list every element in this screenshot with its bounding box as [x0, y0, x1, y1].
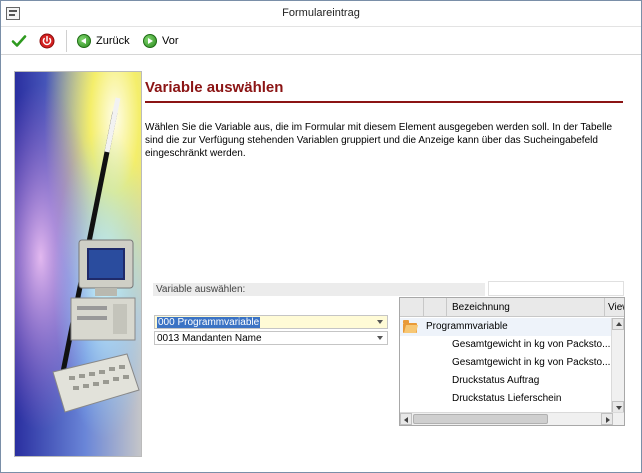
table-header: Bezeichnung View: [400, 298, 624, 317]
column-header-1[interactable]: [424, 298, 447, 317]
back-button[interactable]: Zurück: [77, 31, 130, 51]
horizontal-scrollbar[interactable]: [400, 412, 624, 425]
variable-combo[interactable]: 0013 Mandanten Name: [154, 331, 388, 345]
group-label: Programmvariable: [426, 321, 508, 332]
scroll-left-icon[interactable]: [400, 413, 412, 425]
column-header-0[interactable]: [400, 298, 424, 317]
scroll-right-icon[interactable]: [601, 413, 613, 425]
folder-open-icon: [403, 320, 417, 333]
forward-button[interactable]: Vor: [143, 31, 179, 51]
variable-table[interactable]: Bezeichnung View Programmvariable Gesamt…: [399, 297, 625, 426]
search-input[interactable]: [488, 281, 624, 296]
scroll-thumb[interactable]: [413, 414, 548, 424]
table-body: Programmvariable Gesamtgewicht in kg von…: [400, 318, 612, 412]
variable-group-combo[interactable]: 000 Programmvariable: [154, 315, 388, 329]
checkmark-icon: [11, 35, 27, 47]
variable-value: 0013 Mandanten Name: [157, 333, 262, 344]
chevron-down-icon[interactable]: [375, 317, 386, 327]
power-icon: [39, 33, 55, 49]
variable-label: Variable auswählen:: [153, 283, 485, 296]
table-row[interactable]: Gesamtgewicht in kg von Packsto...: [400, 354, 612, 372]
back-arrow-icon: [77, 34, 91, 48]
forward-arrow-icon: [143, 34, 157, 48]
confirm-button[interactable]: [11, 31, 29, 51]
column-header-bezeichnung[interactable]: Bezeichnung: [447, 298, 605, 317]
page-title: Variable auswählen: [145, 79, 284, 96]
toolbar-separator: [66, 30, 67, 52]
window: Formulareintrag Zurück Vor Variable ausw…: [0, 0, 642, 473]
vertical-scrollbar[interactable]: [611, 318, 624, 413]
toolbar: Zurück Vor: [1, 27, 641, 55]
table-row[interactable]: Druckstatus Lieferschein: [400, 390, 612, 408]
table-row-group[interactable]: Programmvariable: [400, 318, 612, 336]
chevron-down-icon[interactable]: [375, 333, 386, 343]
page-description: Wählen Sie die Variable aus, die im Form…: [145, 122, 613, 159]
wizard-side-image: [14, 71, 142, 457]
back-button-label: Zurück: [96, 35, 130, 47]
forward-button-label: Vor: [162, 35, 179, 47]
variable-group-value: 000 Programmvariable: [157, 317, 261, 328]
column-header-view[interactable]: View: [605, 298, 624, 317]
table-row[interactable]: Druckstatus Auftrag: [400, 372, 612, 390]
table-row[interactable]: Gesamtgewicht in kg von Packsto...: [400, 336, 612, 354]
close-button[interactable]: [39, 31, 57, 51]
titlebar: Formulareintrag: [1, 1, 641, 27]
window-title: Formulareintrag: [282, 7, 360, 19]
title-divider: [145, 101, 623, 103]
scroll-up-icon[interactable]: [612, 318, 624, 330]
